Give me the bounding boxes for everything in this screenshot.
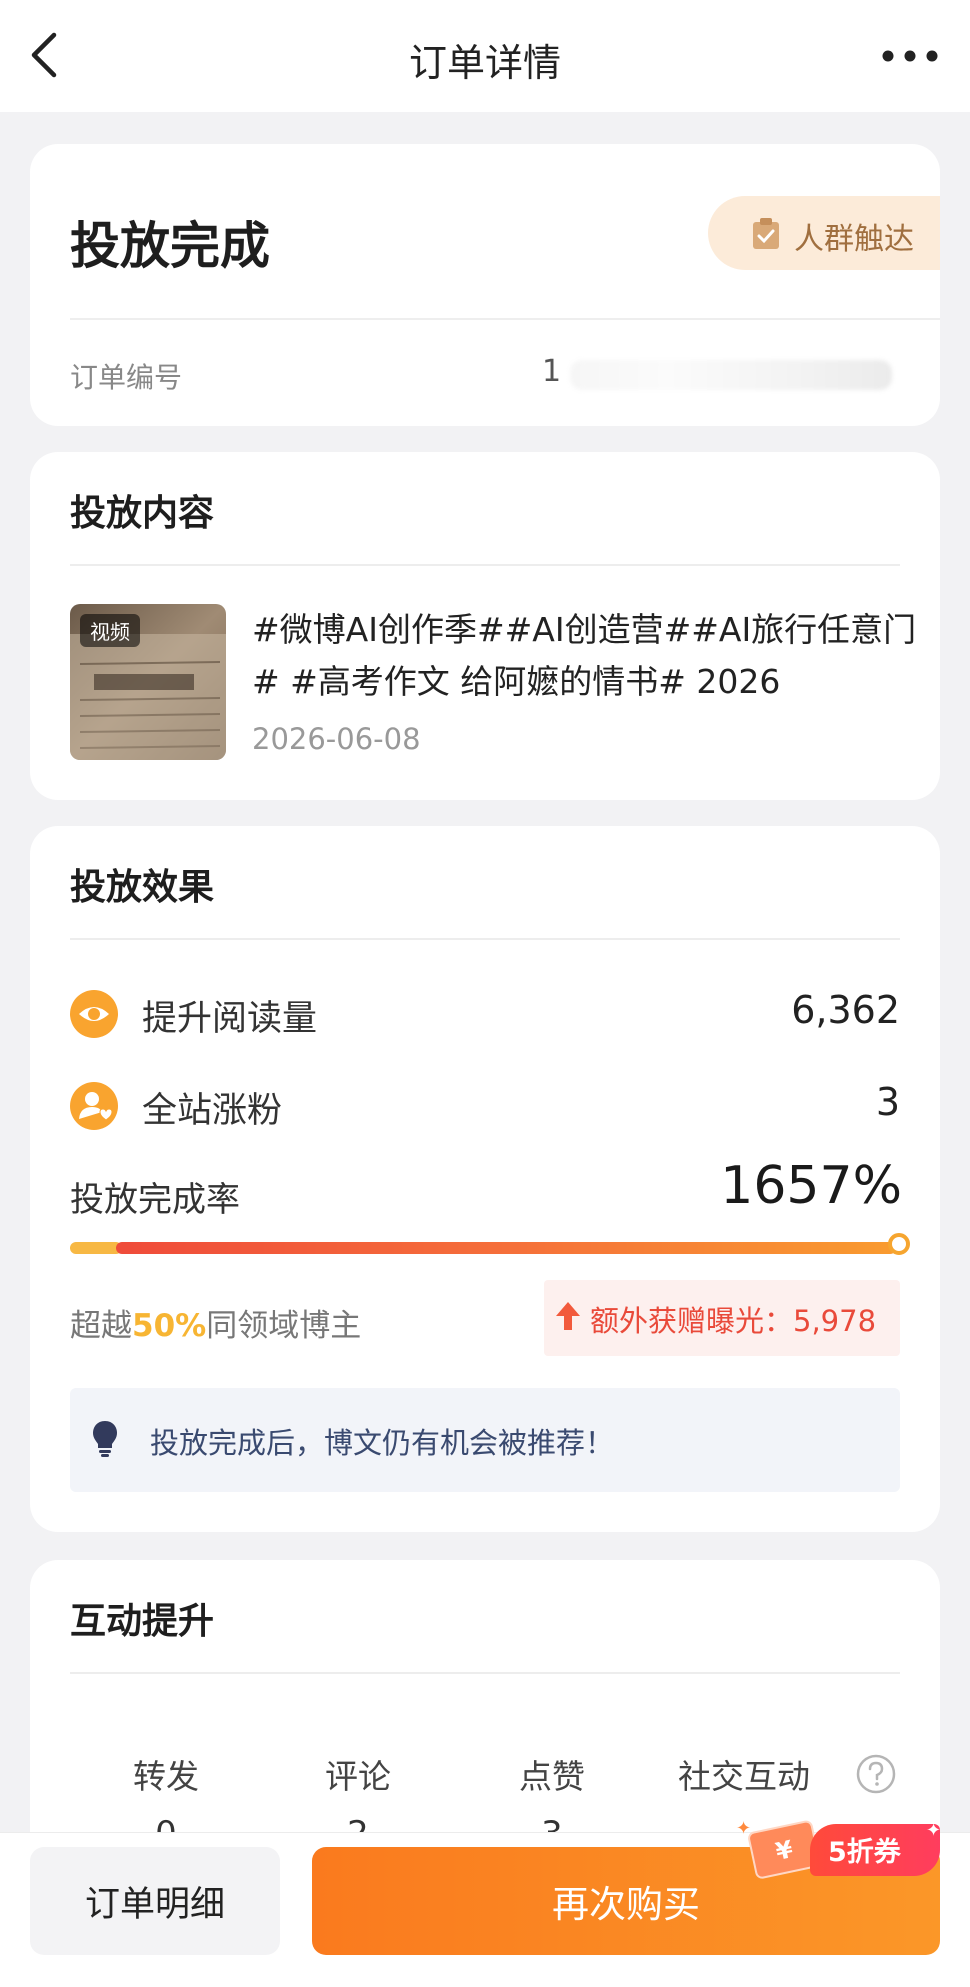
- stat-label-social: 社交互动: [678, 1757, 810, 1796]
- lightbulb-icon: [93, 1421, 117, 1457]
- order-status: 投放完成: [70, 217, 270, 275]
- coupon-badge[interactable]: ✦ ¥ 5折券 ✦: [736, 1814, 942, 1894]
- more-icon[interactable]: [880, 46, 940, 66]
- tag-label: 人群触达: [794, 222, 914, 257]
- metric-label-reads: 提升阅读量: [142, 999, 318, 1039]
- video-thumbnail[interactable]: 视频: [70, 604, 226, 760]
- section-title-effect: 投放效果: [70, 867, 215, 908]
- divider: [70, 564, 900, 566]
- section-title-content: 投放内容: [70, 493, 215, 534]
- order-number-redacted: [570, 360, 892, 390]
- page-title: 订单详情: [408, 41, 561, 85]
- coupon-text: 5折券: [828, 1837, 901, 1868]
- completion-rate-label: 投放完成率: [70, 1180, 240, 1220]
- video-badge: 视频: [80, 614, 140, 647]
- recommend-tip: 投放完成后，博文仍有机会被推荐！: [70, 1388, 900, 1492]
- clipboard-icon: [753, 218, 779, 249]
- sparkle-icon: ✦: [926, 1820, 942, 1841]
- effect-card: 投放效果 提升阅读量 6,362 全站涨粉 3 投放完成率 1657% 超越50…: [30, 826, 940, 1532]
- tip-text: 投放完成后，博文仍有机会被推荐！: [150, 1426, 615, 1460]
- surpass-suffix: 同领域博主: [206, 1308, 362, 1344]
- stat-label-comments: 评论: [325, 1757, 391, 1796]
- order-detail-button[interactable]: 订单明细: [30, 1847, 280, 1955]
- surpass-prefix: 超越: [70, 1308, 132, 1344]
- surpass-percent: 50%: [132, 1308, 207, 1344]
- help-icon[interactable]: [856, 1754, 896, 1794]
- audience-reach-tag[interactable]: 人群触达: [708, 196, 940, 270]
- arrow-up-icon: [556, 1302, 580, 1330]
- stat-label-likes: 点赞: [519, 1757, 585, 1796]
- extra-exposure-badge: 额外获赠曝光：5,978: [544, 1280, 900, 1356]
- order-number-label: 订单编号: [70, 361, 183, 394]
- progress-start-segment: [70, 1242, 122, 1254]
- divider: [70, 1672, 900, 1674]
- metric-value-fans: 3: [875, 1080, 900, 1124]
- user-heart-icon: [70, 1082, 118, 1130]
- divider: [70, 318, 940, 320]
- section-title-interaction: 互动提升: [70, 1601, 215, 1642]
- progress-knob: [888, 1233, 910, 1255]
- content-card: 投放内容 视频 #微博AI创作季##AI创造营##AI旅行任意门# #高考作文 …: [30, 452, 940, 800]
- nav-bar: 订单详情: [0, 0, 970, 112]
- divider: [70, 938, 900, 940]
- completion-rate-value: 1657%: [720, 1156, 902, 1216]
- surpass-text: 超越50%同领域博主: [70, 1300, 361, 1345]
- post-date: 2026-06-08: [252, 722, 421, 756]
- metric-label-fans: 全站涨粉: [142, 1091, 283, 1131]
- progress-fill: [116, 1242, 896, 1254]
- completion-progress-bar: [70, 1232, 910, 1266]
- post-text[interactable]: #微博AI创作季##AI创造营##AI旅行任意门# #高考作文 给阿嬷的情书# …: [252, 604, 932, 708]
- extra-exposure-text: 额外获赠曝光：5,978: [590, 1304, 877, 1338]
- status-card: 投放完成 人群触达 订单编号 1: [30, 144, 940, 426]
- order-number-value: 1: [542, 354, 562, 389]
- stat-label-reposts: 转发: [133, 1757, 199, 1796]
- metric-value-reads: 6,362: [791, 988, 900, 1032]
- eye-icon: [70, 990, 118, 1038]
